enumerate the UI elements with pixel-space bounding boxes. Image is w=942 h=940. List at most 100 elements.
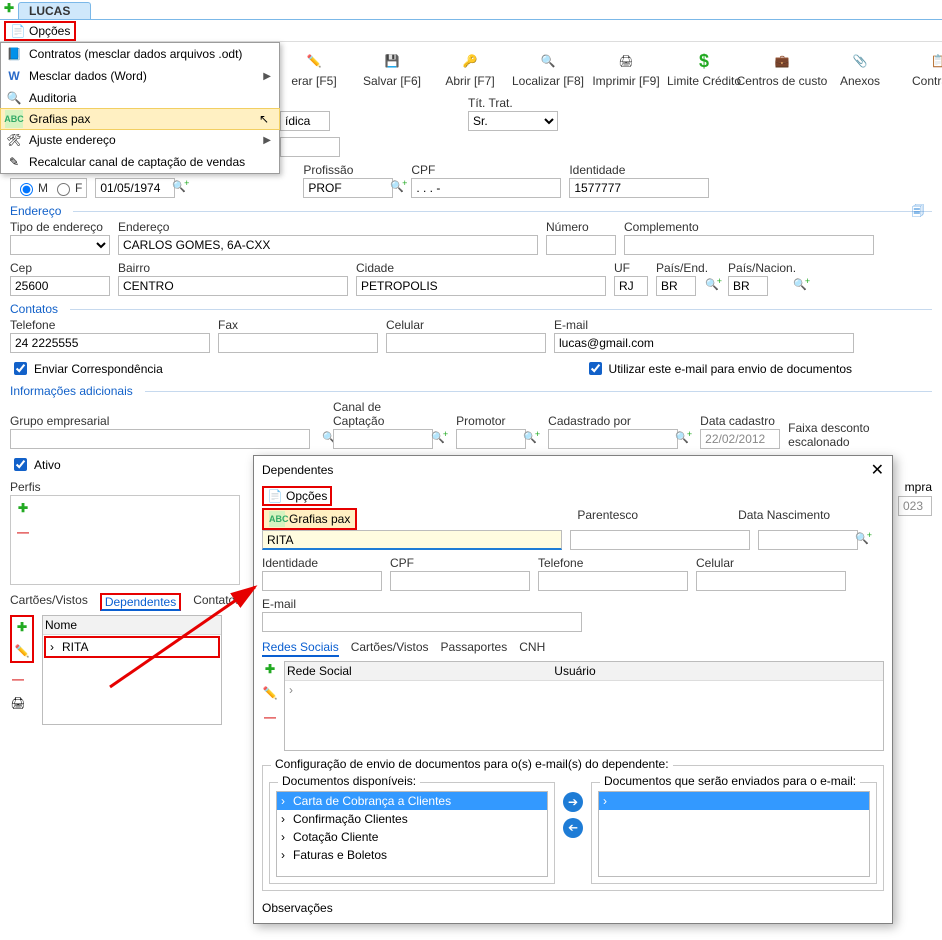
dep-nome-header: Nome [45, 618, 77, 632]
add-perfil-button[interactable]: ✚ [15, 500, 31, 516]
mi-recalcular[interactable]: ✎Recalcular canal de captação de vendas [1, 151, 279, 173]
tipo-suffix-field[interactable] [280, 111, 330, 131]
dependentes-modal: Dependentes ✕ 📄 Opções ABC Grafias pax P… [253, 455, 893, 924]
mi-contratos-odt[interactable]: 📘Contratos (mesclar dados arquivos .odt) [1, 43, 279, 65]
tipo-endereco-select[interactable] [10, 235, 110, 255]
dep-row-rita[interactable]: RITA [44, 636, 220, 658]
tab-dependentes[interactable]: Dependentes [100, 593, 181, 611]
grupo-field[interactable] [10, 429, 310, 449]
lookup-icon[interactable]: 🔍+ [172, 180, 191, 193]
nome-extra-field[interactable] [280, 137, 340, 157]
pais-nac-field[interactable] [728, 276, 768, 296]
print-dep-button[interactable]: 🖨 [10, 695, 26, 711]
cpf-field[interactable] [411, 178, 561, 198]
canal-field[interactable] [333, 429, 433, 449]
salvar-button[interactable]: 💾Salvar [F6] [368, 50, 416, 88]
doc-item[interactable]: Faturas e Boletos [277, 846, 547, 864]
mi-auditoria[interactable]: 🔍Auditoria [1, 87, 279, 109]
lookup-icon[interactable]: 🔍+ [855, 532, 874, 545]
lookup-icon[interactable]: 🔍+ [523, 431, 542, 444]
modal-nome-field[interactable] [262, 530, 562, 550]
anexos-button[interactable]: 📎Anexos [836, 50, 884, 88]
ativo-check[interactable]: Ativo [10, 455, 61, 474]
tab-passaportes[interactable]: Passaportes [441, 640, 508, 657]
limite-credito-button[interactable]: $Limite Crédito [680, 50, 728, 88]
modal-parentesco-field[interactable] [570, 530, 750, 550]
tab-contatos[interactable]: Contatos [193, 593, 241, 611]
cep-field[interactable] [10, 276, 110, 296]
doc-item[interactable]: Confirmação Clientes [277, 810, 547, 828]
complemento-field[interactable] [624, 235, 874, 255]
add-dep-button[interactable]: ✚ [14, 619, 30, 635]
modal-cpf-field[interactable] [390, 571, 530, 591]
numero-field[interactable] [546, 235, 616, 255]
move-left-button[interactable]: ➔ [563, 818, 583, 838]
alterar-button[interactable]: ✏️erar [F5] [290, 50, 338, 88]
tab-modal-cartoes[interactable]: Cartões/Vistos [351, 640, 429, 657]
remove-perfil-button[interactable]: — [15, 524, 31, 540]
cidade-field[interactable] [356, 276, 606, 296]
telefone-field[interactable] [10, 333, 210, 353]
datanasc-label: Data Nascimento [738, 508, 830, 522]
identidade-field[interactable] [569, 178, 709, 198]
lookup-icon[interactable]: 🔍+ [390, 180, 409, 193]
localizar-button[interactable]: 🔍Localizar [F8] [524, 50, 572, 88]
tab-cnh[interactable]: CNH [519, 640, 545, 657]
uf-field[interactable] [614, 276, 648, 296]
utilizar-email-check[interactable]: Utilizar este e-mail para envio de docum… [585, 359, 852, 378]
doc-item[interactable]: Cotação Cliente [277, 828, 547, 846]
mi-ajuste-endereco[interactable]: 🛠Ajuste endereço▶ [1, 129, 279, 151]
add-tab-button[interactable]: ✚ [0, 1, 18, 19]
sexo-f-radio[interactable]: F [52, 180, 82, 196]
lookup-icon[interactable]: 🔍+ [705, 278, 724, 291]
bairro-field[interactable] [118, 276, 348, 296]
modal-cel-field[interactable] [696, 571, 846, 591]
email-field[interactable] [554, 333, 854, 353]
abrir-button[interactable]: 🔑Abrir [F7] [446, 50, 494, 88]
endereco-field[interactable] [118, 235, 538, 255]
modal-options-button[interactable]: 📄 Opções [262, 486, 332, 506]
pais-end-field[interactable] [656, 276, 696, 296]
add-rs-button[interactable]: ✚ [262, 661, 278, 677]
celular-field[interactable] [386, 333, 546, 353]
rs-empty-row[interactable] [285, 681, 883, 685]
close-icon[interactable]: ✕ [871, 460, 884, 480]
edit-rs-button[interactable]: ✏️ [262, 685, 278, 701]
edit-dep-button[interactable]: ✏️ [14, 643, 30, 659]
profissao-label: Profissão [303, 163, 393, 177]
imprimir-button[interactable]: 🖨Imprimir [F9] [602, 50, 650, 88]
doc-item[interactable]: Carta de Cobrança a Clientes [277, 792, 547, 810]
tab-lucas[interactable]: LUCAS [18, 2, 91, 19]
profissao-field[interactable] [303, 178, 393, 198]
mi-grafias-pax[interactable]: ABCGrafias pax↖ [0, 108, 280, 130]
lookup-icon[interactable]: 🔍+ [793, 278, 812, 291]
remove-dep-button[interactable]: — [10, 671, 26, 687]
modal-identidade-field[interactable] [262, 571, 382, 591]
centros-custo-button[interactable]: 💼Centros de custo [758, 50, 806, 88]
modal-datanasc-field[interactable] [758, 530, 858, 550]
remove-rs-button[interactable]: — [262, 709, 278, 725]
data-nasc-field[interactable] [95, 178, 175, 198]
mi-mesclar-word[interactable]: WMesclar dados (Word)▶ [1, 65, 279, 87]
docs-disp-title: Documentos disponíveis: [278, 774, 420, 788]
doc-env-empty[interactable] [599, 792, 869, 810]
contratos-button[interactable]: 📋Contratos [914, 50, 942, 88]
modal-grafias-item[interactable]: ABC Grafias pax [262, 508, 357, 530]
lookup-icon[interactable]: 🔍+ [675, 431, 694, 444]
modal-tel-field[interactable] [538, 571, 688, 591]
tit-trat-select[interactable]: Sr. [468, 111, 558, 131]
modal-email-field[interactable] [262, 612, 582, 632]
copy-icon[interactable]: 🗐 [912, 202, 924, 223]
cadpor-field[interactable] [548, 429, 678, 449]
lookup-icon[interactable]: 🔍+ [431, 431, 450, 444]
tab-redes[interactable]: Redes Sociais [262, 640, 339, 657]
tab-cartoes[interactable]: Cartões/Vistos [10, 593, 88, 611]
bairro-label: Bairro [118, 261, 348, 275]
move-right-button[interactable]: ➔ [563, 792, 583, 812]
cpf-label: CPF [411, 163, 561, 177]
options-menu-button[interactable]: 📄 Opções [4, 21, 76, 41]
sexo-m-radio[interactable]: M [15, 180, 48, 196]
fax-field[interactable] [218, 333, 378, 353]
promotor-field[interactable] [456, 429, 526, 449]
enviar-corresp-check[interactable]: Enviar Correspondência [10, 359, 163, 378]
